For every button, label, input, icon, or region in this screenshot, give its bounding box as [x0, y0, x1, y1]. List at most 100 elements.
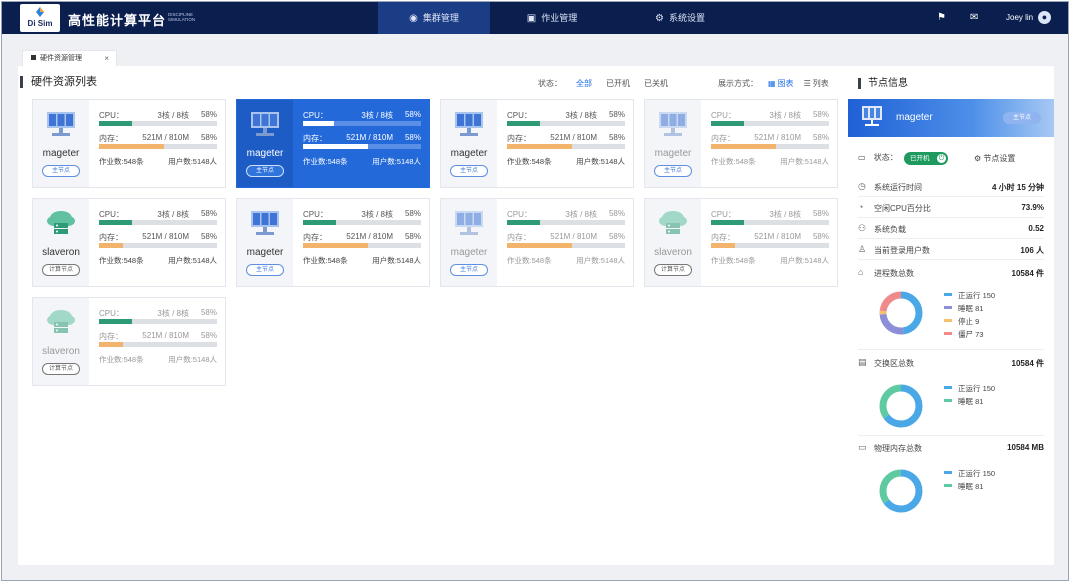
cpu-row: CPU： 3核 / 8核 58%	[99, 110, 217, 120]
flag-icon[interactable]: ⚑	[937, 2, 946, 34]
legend-label: 正运行 150	[958, 291, 996, 300]
cpu-bar	[99, 220, 217, 225]
legend-swatch	[944, 319, 952, 322]
cpu-row: CPU： 3核 / 8核 58%	[711, 110, 829, 120]
job-count: 作业数:548条	[99, 256, 144, 265]
cpu-percent: 58%	[200, 308, 217, 317]
node-card[interactable]: mageter 主节点 CPU： 3核 / 8核 58% 内存： 521M / 810M 58…	[32, 99, 226, 188]
node-type-badge: 计算节点	[42, 264, 80, 276]
memory-donut	[879, 469, 923, 513]
node-card-icon-area: mageter 主节点	[441, 199, 497, 286]
memory-bar	[303, 243, 421, 248]
node-stats: 作业数:548条 用户数:5148人	[303, 255, 421, 265]
legend-swatch	[944, 332, 952, 335]
swap-donut	[879, 384, 923, 428]
list-icon[interactable]: ☰	[804, 79, 811, 88]
nav-jobs[interactable]: ▣ 作业管理	[504, 2, 600, 34]
node-card[interactable]: mageter 主节点 CPU： 3核 / 8核 58% 内存： 521M / 810M 58…	[440, 99, 634, 188]
memory-row: 内存： 521M / 810M 58%	[99, 232, 217, 242]
node-card-icon-area: mageter 主节点	[441, 100, 497, 187]
swap-chart: ▤ 交换区总数 10584 件正运行 150 睡眠 81	[858, 353, 1044, 436]
view-list[interactable]: 列表	[813, 79, 829, 88]
mail-icon[interactable]: ✉	[970, 2, 978, 34]
filter-all[interactable]: 全部	[576, 79, 592, 88]
job-count: 作业数:548条	[507, 256, 552, 265]
job-count: 作业数:548条	[711, 157, 756, 166]
section-divider	[858, 349, 1044, 350]
memory-bar-fill	[507, 243, 572, 248]
node-card-icon-area: slaveron 计算节点	[33, 199, 89, 286]
legend-item: 睡眠 81	[944, 481, 995, 494]
metric-row: ⚇ 系统负载 0.52	[858, 219, 1044, 239]
memory-amount: 521M / 810M	[142, 133, 189, 142]
network-icon: ⚇	[858, 223, 867, 233]
node-stats: 作业数:548条 用户数:5148人	[99, 156, 217, 166]
node-card[interactable]: slaveron 计算节点 CPU： 3核 / 8核 58% 内存： 521M / 810M…	[32, 198, 226, 287]
swap-header: ▤ 交换区总数 10584 件	[858, 353, 1044, 373]
memory-amount: 521M / 810M	[754, 133, 801, 142]
node-name: mageter	[42, 148, 80, 159]
filter-off[interactable]: 已关机	[644, 79, 668, 88]
node-name: slaveron	[654, 247, 692, 258]
power-toggle[interactable]: 已开机 ⏻	[904, 152, 948, 165]
filter-on[interactable]: 已开机	[606, 79, 630, 88]
node-stats: 作业数:548条 用户数:5148人	[99, 255, 217, 265]
cpu-row: CPU： 3核 / 8核 58%	[507, 209, 625, 219]
cpu-percent: 58%	[404, 209, 421, 218]
node-header: mageter 主节点	[848, 99, 1054, 137]
process-label: 进程数总数	[874, 269, 914, 278]
logo[interactable]: Di Sim	[20, 4, 60, 32]
storage-icon: ▤	[858, 357, 867, 367]
memory-bar-fill	[99, 342, 123, 347]
legend-swatch	[944, 293, 952, 296]
status-row: ▭ 状态： 已开机 ⏻ ⚙ 节点设置	[858, 152, 1048, 166]
node-type-badge: 计算节点	[42, 363, 80, 375]
pie-icon: ◔	[858, 202, 864, 212]
cpu-row: CPU： 3核 / 8核 58%	[303, 209, 421, 219]
user-name[interactable]: Joey lin	[1006, 2, 1033, 34]
node-metrics: CPU： 3核 / 8核 58% 内存： 521M / 810M 58% 作业数:548条 用…	[99, 110, 217, 166]
nav-cluster[interactable]: ◉ 集群管理	[378, 2, 490, 34]
memory-bar-fill	[99, 243, 123, 248]
tab-row: 硬件资源管理 ×	[2, 34, 1068, 66]
nav-label: 集群管理	[422, 13, 459, 23]
legend-swatch	[944, 306, 952, 309]
memory-amount: 521M / 810M	[550, 232, 597, 241]
grid-icon[interactable]: ▦	[768, 79, 776, 88]
memory-percent: 58%	[608, 133, 625, 142]
node-card[interactable]: mageter 主节点 CPU： 3核 / 8核 58% 内存： 521M / 810M 58…	[236, 198, 430, 287]
memory-amount: 521M / 810M	[142, 331, 189, 340]
cpu-bar	[711, 121, 829, 126]
memory-label: 内存：	[507, 233, 531, 242]
node-card[interactable]: mageter 主节点 CPU： 3核 / 8核 58% 内存： 521M / 810M 58…	[644, 99, 838, 188]
memory-label: 内存：	[99, 134, 123, 143]
node-card-icon-area: mageter 主节点	[237, 100, 293, 187]
user-count: 用户数:5148人	[780, 157, 829, 166]
cpu-bar-fill	[99, 121, 133, 126]
tab-hardware[interactable]: 硬件资源管理 ×	[22, 50, 117, 66]
metric-row: ♙ 当前登录用户数 106 人	[858, 240, 1044, 260]
close-icon[interactable]: ×	[104, 51, 109, 66]
power-icon: ⏻	[937, 154, 946, 163]
status-filter-label: 状态：	[538, 79, 562, 88]
node-stats: 作业数:548条 用户数:5148人	[711, 156, 829, 166]
node-settings-button[interactable]: ⚙ 节点设置	[974, 153, 1015, 164]
node-card[interactable]: mageter 主节点 CPU： 3核 / 8核 58% 内存： 521M / 810M 58…	[440, 198, 634, 287]
node-card[interactable]: slaveron 计算节点 CPU： 3核 / 8核 58% 内存： 521M / 810M…	[32, 297, 226, 386]
node-name: slaveron	[42, 346, 80, 357]
memory-bar-fill	[303, 243, 368, 248]
node-card[interactable]: slaveron 计算节点 CPU： 3核 / 8核 58% 内存： 521M / 810M…	[644, 198, 838, 287]
node-card[interactable]: mageter 主节点 CPU： 3核 / 8核 58% 内存： 521M / 810M 58…	[236, 99, 430, 188]
memory-amount: 521M / 810M	[346, 232, 393, 241]
node-type-badge: 主节点	[246, 264, 284, 276]
avatar[interactable]: ●	[1038, 11, 1051, 24]
monitor-icon: ▭	[858, 153, 866, 162]
side-title: 节点信息	[858, 78, 908, 89]
nav-settings[interactable]: ⚙ 系统设置	[632, 2, 728, 34]
memory-row: 内存： 521M / 810M 58%	[711, 133, 829, 143]
memory-bar	[303, 144, 421, 149]
memory-row: 内存： 521M / 810M 58%	[99, 331, 217, 341]
memory-label: 内存：	[711, 134, 735, 143]
memory-bar-fill	[303, 144, 368, 149]
view-chart[interactable]: 图表	[778, 79, 794, 88]
